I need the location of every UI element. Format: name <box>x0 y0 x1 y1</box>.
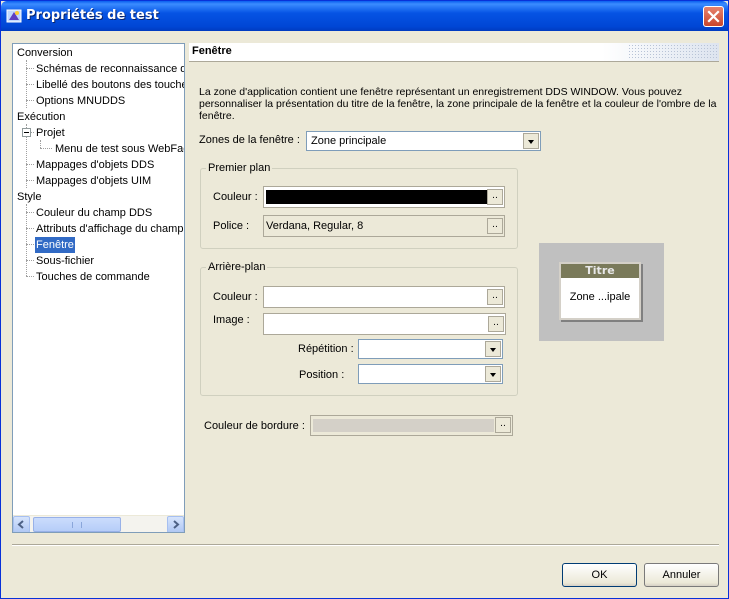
border-color-browse-button[interactable]: .. <box>495 417 511 433</box>
preview-window: Titre Zone ...ipale <box>559 262 641 320</box>
zones-select[interactable]: Zone principale <box>306 131 541 151</box>
settings-tree[interactable]: Conversion Schémas de reconnaissance d L… <box>12 43 185 533</box>
scroll-right-button[interactable] <box>167 516 184 532</box>
header-pattern <box>629 45 719 59</box>
tree-item-key-button-labels[interactable]: Libellé des boutons des touche <box>35 77 184 93</box>
border-color-label: Couleur de bordure : <box>204 420 305 432</box>
foreground-color-browse-button[interactable]: .. <box>487 189 503 205</box>
tree-item-recognition-schemes[interactable]: Schémas de reconnaissance d <box>35 61 184 77</box>
app-icon <box>6 8 22 24</box>
tree-item-mnudds-options[interactable]: Options MNUDDS <box>35 93 126 109</box>
font-browse-button[interactable]: .. <box>487 218 503 234</box>
position-select[interactable] <box>358 364 503 384</box>
zones-label: Zones de la fenêtre : <box>199 134 300 146</box>
cancel-button[interactable]: Annuler <box>644 563 719 587</box>
zones-select-value: Zone principale <box>311 135 387 147</box>
chevron-right-icon <box>173 520 180 529</box>
background-color-browse-button[interactable]: .. <box>487 289 503 305</box>
preview-body: Zone ...ipale <box>569 291 631 303</box>
background-color-field[interactable]: .. <box>263 286 505 308</box>
properties-dialog: Propriétés de test Conversion Schémas de… <box>0 0 729 599</box>
tree-item-command-keys[interactable]: Touches de commande <box>35 269 151 285</box>
tree-item-uim-mappings[interactable]: Mappages d'objets UIM <box>35 173 152 189</box>
chevron-down-icon[interactable] <box>485 341 501 357</box>
image-field[interactable]: .. <box>263 313 506 335</box>
bottom-divider <box>12 544 719 546</box>
chevron-left-icon <box>17 520 24 529</box>
tree-item-subfile[interactable]: Sous-fichier <box>35 253 95 269</box>
tree-item-field-display-attributes[interactable]: Attributs d'affichage du champ <box>35 221 184 237</box>
font-field[interactable]: Verdana, Regular, 8 .. <box>263 215 505 237</box>
window-title: Propriétés de test <box>26 8 159 23</box>
tree-item-conversion[interactable]: Conversion <box>16 45 74 61</box>
tree-item-dds-mappings[interactable]: Mappages d'objets DDS <box>35 157 155 173</box>
tree-item-style[interactable]: Style <box>16 189 42 205</box>
foreground-group-title: Premier plan <box>206 162 273 174</box>
close-icon <box>707 10 720 23</box>
image-browse-button[interactable]: .. <box>488 316 504 332</box>
tree-item-projet[interactable]: Projet <box>35 125 66 141</box>
panel-description: La zone d'application contient une fenêt… <box>199 86 717 122</box>
scroll-thumb[interactable] <box>33 517 121 532</box>
foreground-color-field[interactable]: .. <box>263 186 505 208</box>
font-label: Police : <box>213 220 250 232</box>
tree-item-test-menu[interactable]: Menu de test sous WebFac <box>54 141 184 157</box>
panel-title: Fenêtre <box>192 45 232 57</box>
repeat-label: Répétition : <box>298 343 354 355</box>
panel-header: Fenêtre <box>189 43 719 61</box>
background-group-title: Arrière-plan <box>206 261 268 273</box>
scroll-left-button[interactable] <box>13 516 30 532</box>
foreground-color-swatch <box>266 190 487 204</box>
collapse-projet-icon[interactable] <box>22 128 31 137</box>
repeat-select[interactable] <box>358 339 503 359</box>
image-label: Image : <box>213 314 250 326</box>
tree-item-execution[interactable]: Exécution <box>16 109 66 125</box>
chevron-down-icon[interactable] <box>523 133 539 149</box>
title-bar: Propriétés de test <box>1 1 728 31</box>
foreground-color-label: Couleur : <box>213 191 258 203</box>
border-color-field[interactable]: .. <box>310 415 513 436</box>
border-color-swatch <box>313 419 494 432</box>
chevron-down-icon[interactable] <box>485 366 501 382</box>
close-button[interactable] <box>703 6 724 27</box>
background-color-label: Couleur : <box>213 291 258 303</box>
tree-item-dds-field-color[interactable]: Couleur du champ DDS <box>35 205 153 221</box>
tree-item-fenetre[interactable]: Fenêtre <box>35 237 75 253</box>
ok-button[interactable]: OK <box>562 563 637 587</box>
panel-header-rule <box>189 61 719 62</box>
preview-title: Titre <box>561 264 639 278</box>
font-value: Verdana, Regular, 8 <box>266 220 364 232</box>
horizontal-scrollbar[interactable] <box>13 515 184 532</box>
position-label: Position : <box>299 369 345 381</box>
